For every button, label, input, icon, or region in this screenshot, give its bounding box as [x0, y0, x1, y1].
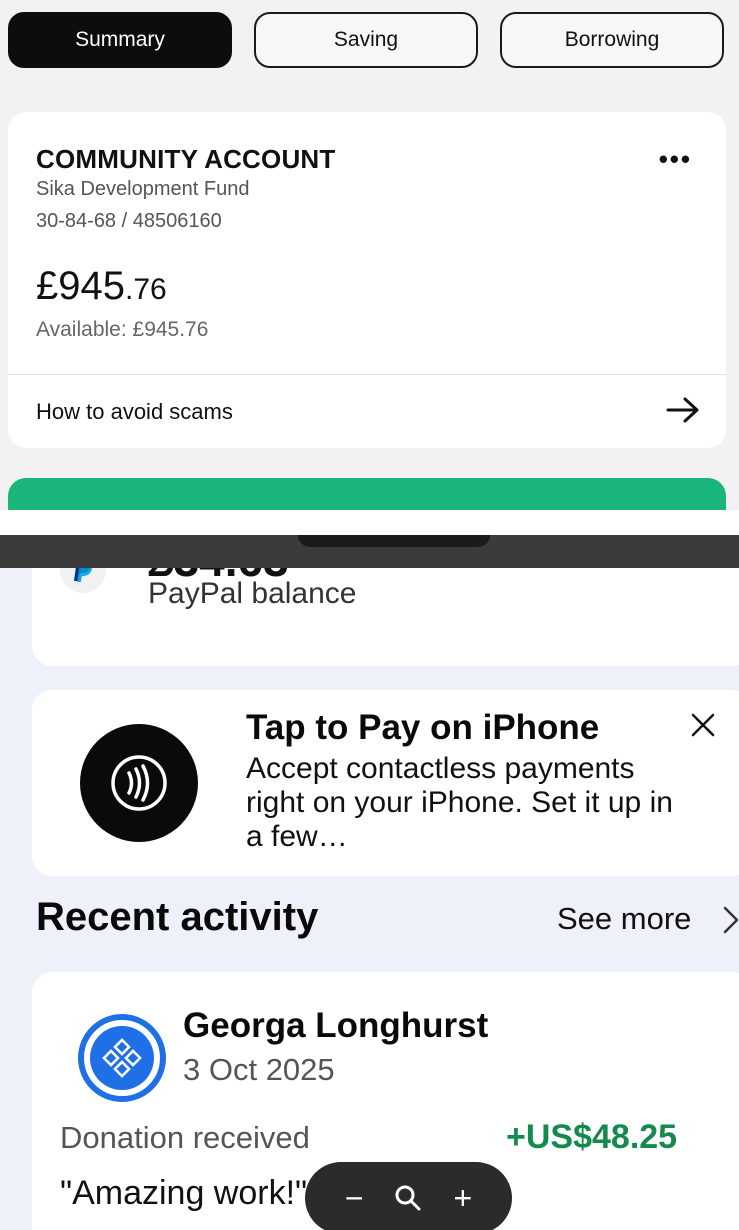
activity-type: Donation received: [60, 1120, 310, 1155]
activity-date: 3 Oct 2025: [183, 1052, 335, 1087]
activity-note: "Amazing work!": [60, 1174, 308, 1212]
paypal-balance-label: PayPal balance: [148, 577, 357, 610]
tap-to-pay-title: Tap to Pay on iPhone: [246, 708, 600, 747]
balance-pence: .76: [124, 273, 167, 306]
account-card[interactable]: COMMUNITY ACCOUNT Sika Development Fund …: [8, 112, 726, 448]
tap-to-pay-card[interactable]: Tap to Pay on iPhone Accept contactless …: [32, 690, 739, 876]
avoid-scams-label: How to avoid scams: [36, 399, 233, 424]
account-number: 30-84-68 / 48506160: [36, 210, 222, 232]
tap-to-pay-description: Accept contactless payments right on you…: [246, 752, 673, 853]
screenshot-divider: [0, 510, 739, 535]
paypal-app-screen: £34.63 PayPal balance Tap to Pay on iPho…: [0, 535, 739, 1230]
avatar: [78, 1014, 166, 1102]
donation-icon: [90, 1026, 154, 1090]
account-name: COMMUNITY ACCOUNT: [36, 144, 336, 174]
bank-app-screen: Summary Saving Borrowing COMMUNITY ACCOU…: [0, 0, 739, 510]
activity-name: Georga Longhurst: [183, 1006, 489, 1045]
zoom-controls: − +: [305, 1162, 512, 1230]
avoid-scams-link[interactable]: How to avoid scams: [8, 375, 726, 448]
tab-saving[interactable]: Saving: [254, 12, 478, 68]
zoom-in-button[interactable]: +: [443, 1178, 483, 1218]
balance-pounds: £945: [36, 264, 125, 308]
close-icon[interactable]: [690, 712, 716, 738]
tab-borrowing[interactable]: Borrowing: [500, 12, 724, 68]
account-subtitle: Sika Development Fund: [36, 178, 250, 200]
tab-summary[interactable]: Summary: [8, 12, 232, 68]
zoom-out-button[interactable]: −: [334, 1178, 374, 1218]
more-dots-icon[interactable]: •••: [659, 146, 692, 172]
green-action-card[interactable]: [8, 478, 726, 510]
chevron-right-icon[interactable]: [722, 905, 739, 935]
arrow-right-icon: [666, 397, 699, 423]
see-more-link[interactable]: See more: [557, 901, 691, 937]
account-balance: £945.76: [36, 264, 167, 309]
recent-activity-heading: Recent activity: [36, 895, 319, 939]
contactless-icon: [80, 724, 198, 842]
dynamic-island: [298, 535, 490, 547]
available-balance: Available: £945.76: [36, 318, 209, 341]
activity-amount: +US$48.25: [506, 1118, 678, 1156]
magnifier-icon[interactable]: [388, 1178, 428, 1218]
account-tabs: Summary Saving Borrowing: [8, 12, 725, 68]
